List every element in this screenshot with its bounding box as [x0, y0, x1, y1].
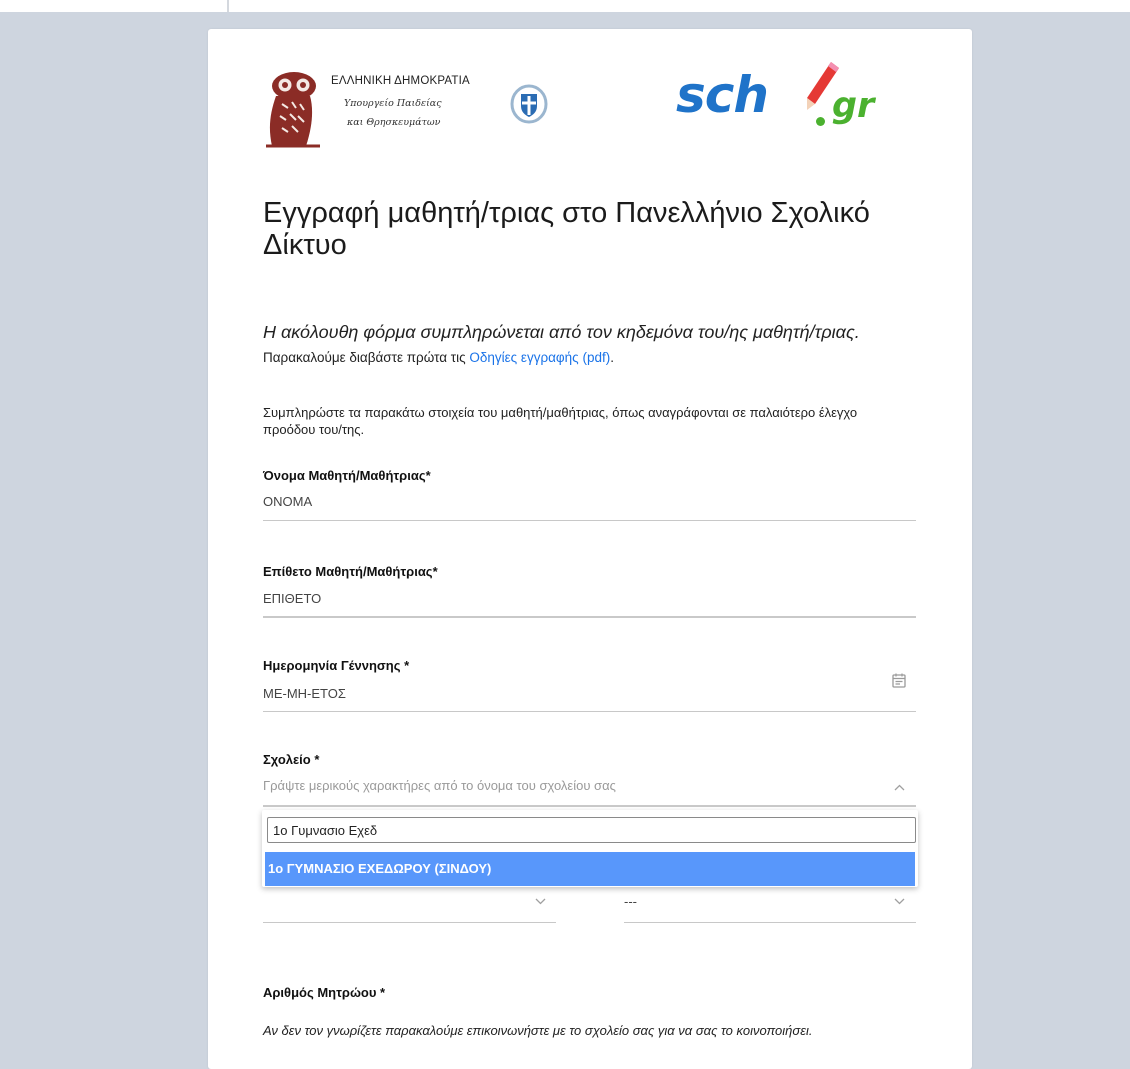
school-underline [263, 805, 916, 807]
birth-date-underline [263, 711, 916, 712]
last-name-input[interactable]: ΕΠΙΘΕΤΟ [263, 591, 321, 606]
birth-date-label: Ημερομηνία Γέννησης * [263, 658, 410, 673]
intro-text: Η ακόλουθη φόρμα συμπληρώνεται από τον κ… [263, 321, 923, 369]
ministry-line-2: Υπουργείο Παιδείας [344, 98, 442, 109]
school-dropdown: 1ο ΓΥΜΝΑΣΙΟ ΕΧΕΔΩΡΟΥ (ΣΙΝΔΟΥ) [262, 810, 918, 887]
registry-number-help: Αν δεν τον γνωρίζετε παρακαλούμε επικοιν… [263, 1023, 813, 1038]
page-title: Εγγραφή μαθητή/τριας στο Πανελλήνιο Σχολ… [263, 197, 870, 261]
school-label: Σχολείο * [263, 752, 320, 767]
first-name-underline [263, 520, 916, 521]
first-name-label: Όνομα Μαθητή/Μαθήτριας* [263, 468, 431, 483]
intro-end: . [610, 350, 614, 365]
calendar-icon[interactable] [892, 673, 906, 688]
intro-italic: Η ακόλουθη φόρμα συμπληρώνεται από τον κ… [263, 322, 860, 342]
chevron-down-icon[interactable] [894, 898, 905, 905]
greek-emblem-icon [510, 84, 548, 124]
sch-gr-logo: sch gr [676, 60, 906, 140]
sch-logo-text: sch [676, 66, 769, 124]
school-option-highlighted[interactable]: 1ο ΓΥΜΝΑΣΙΟ ΕΧΕΔΩΡΟΥ (ΣΙΝΔΟΥ) [265, 852, 915, 886]
school-search-input[interactable] [267, 817, 916, 843]
top-strip-divider [227, 0, 229, 12]
ministry-line-3: και Θρησκευμάτων [347, 117, 441, 128]
last-name-underline [263, 616, 916, 618]
right-select-value[interactable]: --- [624, 894, 637, 909]
right-select-underline [624, 922, 916, 923]
form-card [208, 29, 972, 1069]
top-strip [0, 0, 1130, 12]
pencil-icon [807, 62, 839, 110]
ministry-line-1: ΕΛΛΗΝΙΚΗ ΔΗΜΟΚΡΑΤΙΑ [331, 75, 470, 87]
instructions-pdf-link[interactable]: Οδηγίες εγγραφής (pdf) [469, 350, 610, 365]
ministry-title: ΕΛΛΗΝΙΚΗ ΔΗΜΟΚΡΑΤΙΑ Υπουργείο Παιδείας κ… [331, 75, 470, 128]
first-name-input[interactable]: ΟΝΟΜΑ [263, 494, 312, 509]
registry-number-label: Αριθμός Μητρώου * [263, 985, 386, 1000]
intro-plain: Παρακαλούμε διαβάστε πρώτα τις [263, 350, 470, 365]
left-select-underline [263, 922, 556, 923]
school-select[interactable]: Γράψτε μερικούς χαρακτήρες από το όνομα … [263, 778, 616, 793]
chevron-up-icon[interactable] [894, 784, 905, 791]
owl-logo-icon [266, 72, 320, 148]
fill-instructions: Συμπληρώστε τα παρακάτω στοιχεία του μαθ… [263, 405, 858, 437]
last-name-label: Επίθετο Μαθητή/Μαθήτριας* [263, 564, 438, 579]
chevron-down-icon[interactable] [535, 898, 546, 905]
birth-date-input[interactable]: ΜΕ-ΜΗ-ΕΤΟΣ [263, 686, 346, 701]
